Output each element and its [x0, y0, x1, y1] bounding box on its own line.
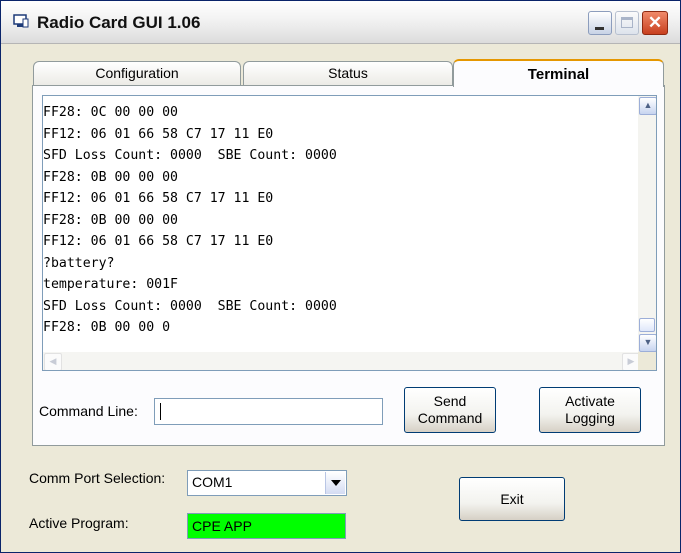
send-label-line2: Command [417, 410, 483, 426]
exit-button[interactable]: Exit [459, 477, 565, 521]
terminal-line: ?battery? [43, 255, 115, 271]
app-window: Radio Card GUI 1.06 ✕ Configuration Stat… [0, 0, 681, 553]
active-program-label: Active Program: [29, 515, 129, 531]
horizontal-scrollbar[interactable]: ◀ ▶ [43, 352, 640, 370]
vertical-scrollbar[interactable]: ▲ ▼ [638, 96, 656, 353]
scroll-left-icon[interactable]: ◀ [44, 353, 62, 370]
comm-port-select[interactable]: COM1 [187, 470, 347, 496]
terminal-line: FF28: 0B 00 00 00 [43, 212, 178, 228]
activate-logging-button[interactable]: Activate Logging [539, 387, 641, 433]
app-icon [13, 14, 29, 28]
window-title: Radio Card GUI 1.06 [37, 13, 201, 32]
scrollbar-corner [638, 352, 656, 370]
scroll-down-icon[interactable]: ▼ [639, 334, 656, 352]
terminal-line: FF28: 0B 00 00 00 [43, 169, 178, 185]
terminal-line: SFD Loss Count: 0000 SBE Count: 0000 [43, 298, 337, 314]
terminal-text: FF28: 0C 00 00 00 FF12: 06 01 66 58 C7 17… [43, 102, 623, 339]
scroll-up-icon[interactable]: ▲ [639, 97, 656, 115]
terminal-line: FF28: 0C 00 00 00 [43, 105, 178, 120]
close-icon[interactable]: ✕ [642, 11, 668, 35]
terminal-line: FF28: 0B 00 00 0 [43, 320, 171, 335]
send-command-button[interactable]: Send Command [404, 387, 496, 433]
tab-status[interactable]: Status [243, 61, 453, 85]
logging-label-line1: Activate [565, 393, 615, 409]
terminal-line: FF12: 06 01 66 58 C7 17 11 E0 [43, 234, 274, 249]
logging-label-line2: Logging [565, 410, 615, 426]
maximize-icon[interactable] [615, 11, 639, 35]
title-bar[interactable]: Radio Card GUI 1.06 ✕ [1, 1, 680, 44]
tab-terminal[interactable]: Terminal [453, 59, 664, 87]
active-program-value: CPE APP [192, 518, 252, 534]
text-caret [160, 403, 161, 420]
minimize-icon[interactable] [588, 11, 612, 35]
terminal-line: temperature: 001F [43, 277, 178, 292]
command-line-input[interactable] [154, 398, 383, 425]
send-label-line1: Send [433, 393, 467, 409]
terminal-output[interactable]: FF28: 0C 00 00 00 FF12: 06 01 66 58 C7 17… [42, 95, 657, 371]
active-program-indicator: CPE APP [187, 513, 346, 539]
command-line-label: Command Line: [39, 403, 138, 419]
dropdown-arrow-icon[interactable] [325, 472, 345, 494]
terminal-line: FF12: 06 01 66 58 C7 17 11 E0 [43, 191, 274, 206]
comm-port-label: Comm Port Selection: [29, 470, 166, 486]
comm-port-value: COM1 [192, 474, 233, 490]
terminal-line: SFD Loss Count: 0000 SBE Count: 0000 [43, 148, 337, 163]
tab-configuration[interactable]: Configuration [33, 61, 241, 85]
scroll-thumb[interactable] [639, 318, 655, 332]
terminal-line: FF12: 06 01 66 58 C7 17 11 E0 [43, 126, 274, 142]
